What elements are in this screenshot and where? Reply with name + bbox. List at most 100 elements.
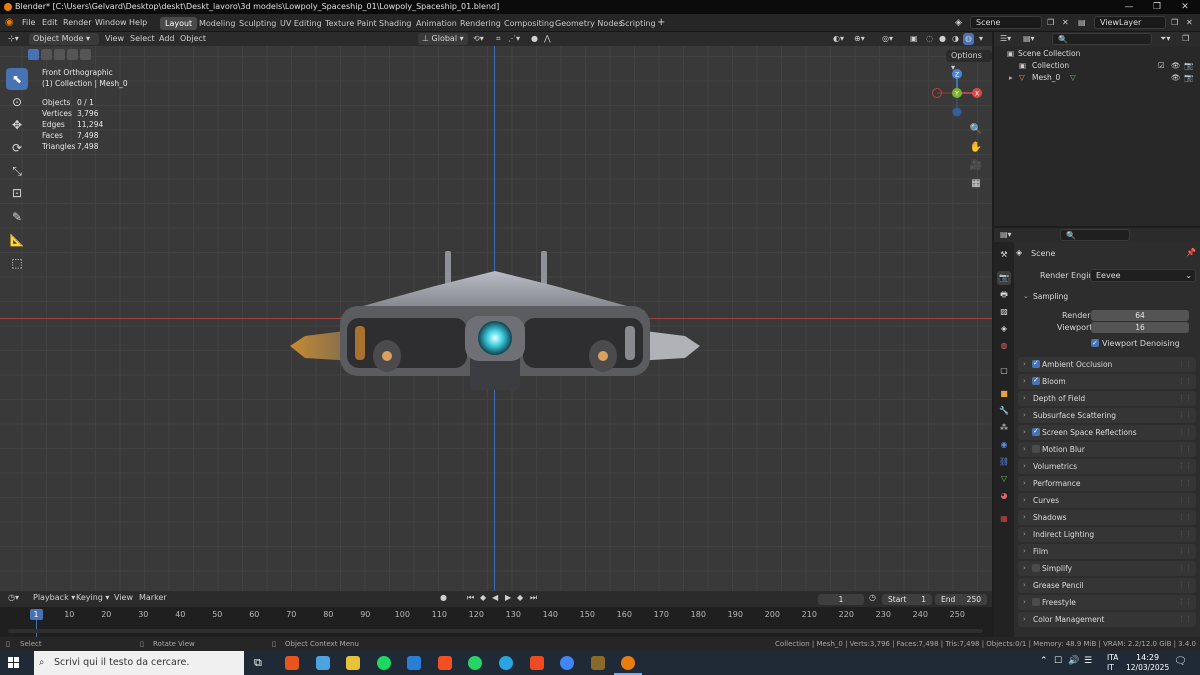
next-keyframe-icon[interactable]: ◆ xyxy=(517,592,523,604)
network-icon[interactable]: ☐ xyxy=(1054,656,1062,666)
panel-curves[interactable]: › Curves ⋮⋮ xyxy=(1018,493,1196,508)
drag-handle-icon[interactable]: ⋮⋮ xyxy=(1178,476,1192,491)
app-icon-orange[interactable] xyxy=(285,656,299,670)
snap-icon[interactable]: ⌗ xyxy=(496,33,501,45)
camera-icon[interactable]: 📷 xyxy=(1184,72,1193,84)
notifications-icon[interactable]: 🗨 xyxy=(1174,656,1187,667)
solid-shading-icon[interactable]: ● xyxy=(939,33,946,45)
material-tab-icon[interactable]: ◕ xyxy=(997,489,1011,503)
drag-handle-icon[interactable]: ⋮⋮ xyxy=(1178,357,1192,372)
material-shading-icon[interactable]: ◑ xyxy=(952,33,959,45)
panel-ambient-occlusion[interactable]: › Ambient Occlusion ⋮⋮ xyxy=(1018,356,1196,372)
measure-tool-icon[interactable]: 📐 xyxy=(6,229,28,251)
snap-target-icon[interactable]: ⋰▾ xyxy=(508,33,520,45)
menu-keying[interactable]: Keying ▾ xyxy=(76,592,109,604)
panel-enable-checkbox[interactable] xyxy=(1032,356,1040,371)
render-tab-icon[interactable]: 📷 xyxy=(997,271,1011,285)
options-dropdown[interactable]: Options ▾ xyxy=(946,50,992,72)
select-subtract-icon[interactable] xyxy=(54,49,65,60)
outliner-editor-icon[interactable]: ☰▾ xyxy=(1000,33,1011,45)
spaceship-model[interactable] xyxy=(285,246,705,391)
panel-color-management[interactable]: › Color Management ⋮⋮ xyxy=(1018,612,1196,627)
shading-options-icon[interactable]: ▾ xyxy=(979,33,983,45)
select-extend-icon[interactable] xyxy=(41,49,52,60)
taskbar-search-input[interactable]: ⌕ Scrivi qui il testo da cercare. xyxy=(34,651,244,675)
play-icon[interactable]: ▶ xyxy=(505,592,511,604)
new-viewlayer-icon[interactable]: ❐ xyxy=(1171,17,1178,29)
menu-playback[interactable]: Playback ▾ xyxy=(33,592,75,604)
language-icon[interactable]: ☰ xyxy=(1084,656,1092,666)
app-icon-dark[interactable] xyxy=(591,656,605,670)
tab-layout[interactable]: Layout xyxy=(160,17,198,30)
file-explorer-icon[interactable] xyxy=(346,656,360,670)
drag-handle-icon[interactable]: ⋮⋮ xyxy=(1178,459,1192,474)
drag-handle-icon[interactable]: ⋮⋮ xyxy=(1178,561,1192,576)
close-window-button[interactable]: ✕ xyxy=(1171,0,1199,14)
outliner-row-mesh[interactable]: ▸ ▽ Mesh_0 ▽ 👁 📷 xyxy=(994,72,1200,84)
timeline-editor-icon[interactable]: ◷▾ xyxy=(8,592,19,604)
camera-view-icon[interactable]: 🎥 xyxy=(968,158,984,174)
brave-icon[interactable] xyxy=(530,656,544,670)
panel-indirect-lighting[interactable]: › Indirect Lighting ⋮⋮ xyxy=(1018,527,1196,542)
menu-render[interactable]: Render xyxy=(63,17,91,29)
menu-add[interactable]: Add xyxy=(159,33,175,45)
drag-handle-icon[interactable]: ⋮⋮ xyxy=(1178,425,1192,440)
clock-icon[interactable]: ◷ xyxy=(869,592,876,604)
scale-tool-icon[interactable]: ⤡ xyxy=(6,160,28,182)
annotate-tool-icon[interactable]: ✎ xyxy=(6,206,28,228)
select-tool-icon[interactable]: ⬉ xyxy=(6,68,28,90)
maximize-button[interactable]: ❐ xyxy=(1143,0,1171,14)
xray-icon[interactable]: ▣ xyxy=(910,33,918,45)
menu-view-timeline[interactable]: View xyxy=(114,592,133,604)
windows-start-icon[interactable] xyxy=(8,657,20,669)
whatsapp-icon[interactable] xyxy=(468,656,482,670)
menu-object[interactable]: Object xyxy=(180,33,206,45)
drag-handle-icon[interactable]: ⋮⋮ xyxy=(1178,544,1192,559)
drag-handle-icon[interactable]: ⋮⋮ xyxy=(1178,391,1192,406)
proportional-edit-icon[interactable]: ● xyxy=(531,33,538,45)
tray-chevron-icon[interactable]: ⌃ xyxy=(1040,656,1048,666)
data-tab-icon[interactable]: ▽ xyxy=(997,472,1011,486)
properties-editor-icon[interactable]: ▤▾ xyxy=(1000,229,1012,241)
mode-selector[interactable]: Object Mode ▾ xyxy=(29,33,99,45)
drag-handle-icon[interactable]: ⋮⋮ xyxy=(1178,578,1192,593)
volume-icon[interactable]: 🔊 xyxy=(1068,656,1079,666)
drag-handle-icon[interactable]: ⋮⋮ xyxy=(1178,408,1192,423)
display-mode-icon[interactable]: ▤▾ xyxy=(1023,33,1035,45)
transform-orientation-selector[interactable]: ⊥ Global ▾ xyxy=(418,33,468,45)
blender-menu-icon[interactable]: ◉ xyxy=(5,17,14,29)
panel-enable-checkbox[interactable] xyxy=(1032,424,1040,439)
wireframe-shading-icon[interactable]: ◌ xyxy=(926,33,933,45)
transform-tool-icon[interactable]: ⊡ xyxy=(6,182,28,204)
task-view-icon[interactable]: ⧉ xyxy=(254,656,268,670)
render-engine-dropdown[interactable]: Eevee ⌄ xyxy=(1090,269,1196,282)
panel-motion-blur[interactable]: › Motion Blur ⋮⋮ xyxy=(1018,442,1196,457)
new-collection-icon[interactable]: ❐ xyxy=(1182,33,1189,45)
falloff-icon[interactable]: ⋀ xyxy=(544,33,551,45)
play-reverse-icon[interactable]: ◀ xyxy=(492,592,498,604)
editor-type-icon[interactable]: ⊹▾ xyxy=(8,33,19,45)
mail-icon[interactable] xyxy=(407,656,421,670)
panel-enable-checkbox[interactable] xyxy=(1032,373,1040,388)
overlays-toggle-icon[interactable]: ◎▾ xyxy=(882,33,893,45)
select-invert-icon[interactable] xyxy=(67,49,78,60)
drag-handle-icon[interactable]: ⋮⋮ xyxy=(1178,374,1192,389)
spotify-icon[interactable] xyxy=(377,656,391,670)
panel-performance[interactable]: › Performance ⋮⋮ xyxy=(1018,476,1196,491)
ortho-grid-icon[interactable]: ▦ xyxy=(968,176,984,192)
panel-bloom[interactable]: › Bloom ⋮⋮ xyxy=(1018,373,1196,389)
viewlayer-field[interactable]: ViewLayer xyxy=(1094,16,1166,29)
panel-volumetrics[interactable]: › Volumetrics ⋮⋮ xyxy=(1018,459,1196,474)
constraints-tab-icon[interactable]: ⛓ xyxy=(997,455,1011,469)
menu-marker[interactable]: Marker xyxy=(139,592,167,604)
drag-handle-icon[interactable]: ⋮⋮ xyxy=(1178,527,1192,542)
select-box-mode-icon[interactable] xyxy=(28,49,39,60)
tab-scripting[interactable]: Scripting xyxy=(615,17,661,30)
sampling-panel-header[interactable]: ⌄ Sampling xyxy=(1018,289,1196,304)
particles-tab-icon[interactable]: ⁂ xyxy=(997,421,1011,435)
panel-screen-space-reflections[interactable]: › Screen Space Reflections ⋮⋮ xyxy=(1018,424,1196,440)
camera-icon[interactable]: 📷 xyxy=(1184,60,1193,72)
view-layer-tab-icon[interactable]: ▨ xyxy=(997,305,1011,319)
panel-subsurface-scattering[interactable]: › Subsurface Scattering ⋮⋮ xyxy=(1018,408,1196,423)
tab-uv-editing[interactable]: UV Editing xyxy=(275,17,327,30)
